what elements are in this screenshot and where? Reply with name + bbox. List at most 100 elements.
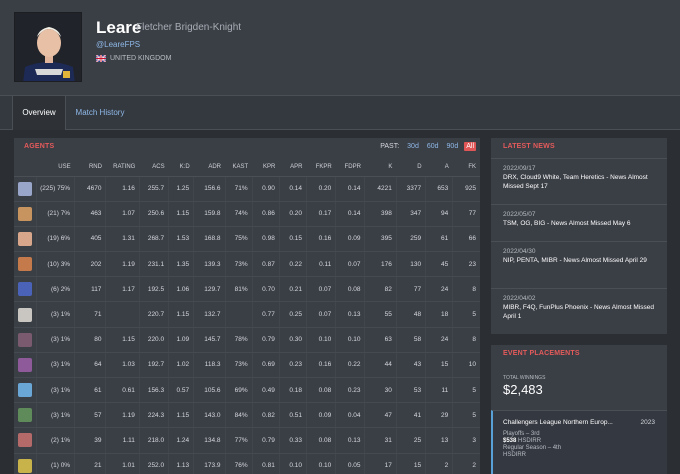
- twitter-link[interactable]: @LeareFPS: [96, 40, 140, 49]
- event-prize-line: $538 HSDIRR: [503, 438, 657, 445]
- column-header[interactable]: RATING: [105, 159, 140, 177]
- stat-use: (6) 2%: [36, 276, 75, 303]
- column-header[interactable]: APR: [279, 159, 307, 177]
- stat-adr: 145.7: [193, 327, 226, 353]
- stat-rnd: 57: [74, 402, 106, 429]
- stat-use: (3) 1%: [36, 352, 75, 379]
- stat-kpr: 0.81: [251, 453, 280, 474]
- column-header[interactable]: A: [425, 159, 453, 177]
- stat-a: 2: [425, 453, 453, 474]
- news-item[interactable]: 2022/05/07 TSM, OG, BIG - News Almost Mi…: [491, 204, 667, 240]
- fade-icon: [18, 332, 33, 347]
- filter-30d[interactable]: 30d: [405, 142, 421, 151]
- stat-rnd: 21: [74, 453, 106, 474]
- stat-adr: 105.6: [193, 377, 226, 404]
- stat-apr: 0.14: [278, 176, 307, 202]
- stat-kd: 1.15: [168, 301, 194, 328]
- stat-rating: 1.11: [105, 427, 140, 454]
- profile-tabs: Overview Match History: [0, 96, 680, 130]
- filter-all[interactable]: All: [464, 142, 476, 151]
- stat-a: 15: [425, 352, 453, 379]
- column-header[interactable]: FDPR: [335, 159, 365, 177]
- column-header[interactable]: ACS: [139, 159, 169, 177]
- stat-apr: 0.23: [278, 352, 307, 379]
- agent-cell: [14, 251, 37, 278]
- stat-a: 45: [425, 251, 453, 278]
- sidebar: LATEST NEWS 2022/09/17 DRX, Cloud9 White…: [491, 138, 667, 474]
- neon-icon: [18, 282, 33, 297]
- killjoy-icon: [18, 458, 33, 473]
- news-item[interactable]: 2022/09/17 DRX, Cloud9 White, Team Heret…: [491, 158, 667, 195]
- agent-cell: [14, 301, 37, 328]
- chamber-icon: [18, 408, 33, 423]
- stat-fk: 5: [452, 402, 480, 429]
- stat-fdpr: 0.05: [335, 453, 365, 474]
- stat-fk: 66: [452, 226, 480, 253]
- stat-fdpr: 0.07: [335, 251, 365, 278]
- stat-rating: 1.07: [105, 201, 140, 227]
- agent-cell: [14, 352, 37, 379]
- stat-fkpr: 0.10: [305, 327, 336, 353]
- stat-apr: 0.25: [278, 301, 307, 328]
- event-placement-item[interactable]: Challengers League Northern Europ... 202…: [491, 410, 667, 474]
- column-header[interactable]: D: [396, 159, 426, 177]
- stat-fk: 8: [452, 276, 480, 303]
- stat-adr: 129.7: [193, 276, 226, 303]
- stat-adr: 168.8: [193, 226, 226, 253]
- table-row: (21) 7% 463 1.07 250.6 1.15 159.8 74% 0.86 0.20 0…: [14, 201, 480, 227]
- column-header[interactable]: [14, 159, 37, 177]
- stat-k: 31: [364, 427, 397, 454]
- column-header[interactable]: USE: [36, 159, 75, 177]
- column-header[interactable]: ADR: [193, 159, 226, 177]
- filter-90d[interactable]: 90d: [445, 142, 461, 151]
- stat-fkpr: 0.16: [305, 352, 336, 379]
- column-header[interactable]: KPR: [252, 159, 280, 177]
- column-header[interactable]: RND: [74, 159, 106, 177]
- stat-kd: 1.02: [168, 352, 194, 379]
- stat-kd: 1.06: [168, 276, 194, 303]
- kayo-icon: [18, 257, 33, 272]
- stat-acs: 231.1: [138, 251, 169, 278]
- agent-cell: [14, 427, 37, 454]
- stat-apr: 0.10: [278, 453, 307, 474]
- stat-rnd: 61: [74, 377, 106, 404]
- stat-acs: 224.3: [138, 402, 169, 429]
- stat-rnd: 39: [74, 427, 106, 454]
- stat-fdpr: 0.09: [335, 226, 365, 253]
- latest-news-panel: LATEST NEWS 2022/09/17 DRX, Cloud9 White…: [491, 138, 667, 334]
- event-stage: Playoffs – 3rd: [503, 431, 540, 437]
- table-row: (19) 6% 405 1.31 268.7 1.53 168.8 75% 0.98 0.15 0…: [14, 226, 480, 253]
- column-header[interactable]: K:D: [168, 159, 194, 177]
- stat-apr: 0.18: [278, 377, 307, 404]
- stat-adr: 159.8: [193, 201, 226, 227]
- news-item[interactable]: 2022/04/30 NIP, PENTA, MIBR - News Almos…: [491, 241, 667, 286]
- stat-k: 398: [364, 201, 397, 227]
- stat-kd: 1.24: [168, 427, 194, 454]
- stat-k: 44: [364, 352, 397, 379]
- stat-adr: 118.3: [193, 352, 226, 379]
- event-stage: Regular Season – 4th: [503, 445, 562, 451]
- tab-match-history[interactable]: Match History: [70, 96, 130, 129]
- tab-overview[interactable]: Overview: [12, 96, 66, 130]
- player-real-name: Fletcher Brigden-Knight: [136, 22, 242, 33]
- stat-k: 4221: [364, 176, 397, 202]
- column-header[interactable]: FK: [452, 159, 480, 177]
- column-header[interactable]: FKPR: [306, 159, 336, 177]
- stat-kpr: 0.49: [251, 377, 280, 404]
- news-item[interactable]: 2022/04/02 MIBR, F4Q, FunPlus Phoenix - …: [491, 288, 667, 333]
- stat-kast: [224, 301, 253, 328]
- stat-rnd: 202: [74, 251, 106, 278]
- agent-cell: [14, 276, 37, 303]
- stat-use: (225) 75%: [36, 176, 75, 202]
- stat-fdpr: 0.08: [335, 276, 365, 303]
- stat-a: 61: [425, 226, 453, 253]
- column-header[interactable]: K: [364, 159, 397, 177]
- filter-60d[interactable]: 60d: [425, 142, 441, 151]
- stat-k: 395: [364, 226, 397, 253]
- stat-rating: 0.61: [105, 377, 140, 404]
- column-header[interactable]: KAST: [225, 159, 253, 177]
- player-header: Leare Fletcher Brigden-Knight @LeareFPS …: [0, 0, 680, 96]
- stat-fkpr: 0.08: [305, 427, 336, 454]
- stat-fkpr: 0.20: [305, 176, 336, 202]
- stat-apr: 0.22: [278, 251, 307, 278]
